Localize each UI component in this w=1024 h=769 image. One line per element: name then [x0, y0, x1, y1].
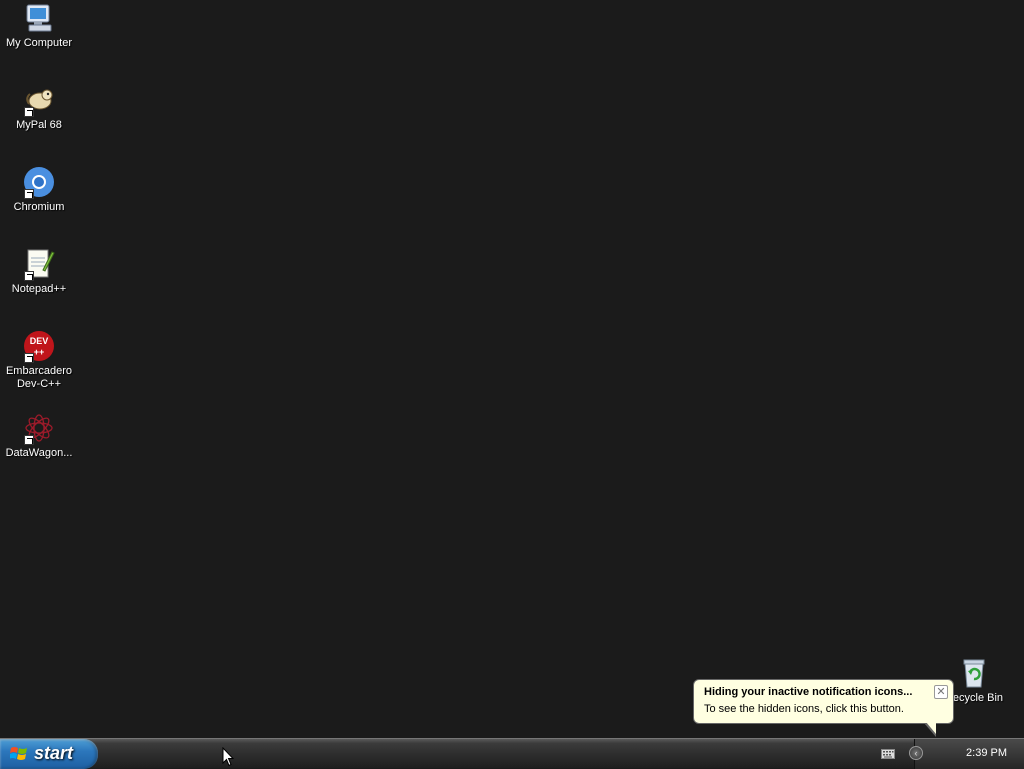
- devcpp-icon: DEV ++: [23, 330, 55, 363]
- start-button[interactable]: start: [0, 739, 98, 769]
- show-hidden-icons-button[interactable]: ‹: [909, 746, 923, 760]
- clock[interactable]: 2:39 PM: [966, 747, 1007, 759]
- desktop-icon-label: Notepad++: [11, 283, 67, 295]
- desktop-icon-label: Chromium: [13, 201, 65, 213]
- shortcut-arrow-icon: [24, 271, 34, 281]
- svg-text:++: ++: [34, 347, 45, 357]
- desktop-icon-label: MyPal 68: [16, 119, 62, 131]
- desktop-icon-devcpp[interactable]: DEV ++ Embarcadero Dev-C++: [0, 330, 78, 391]
- datawagon-icon: [23, 412, 55, 445]
- notepadpp-icon: [23, 248, 55, 281]
- balloon-close-button[interactable]: ✕: [934, 685, 948, 699]
- desktop-icon-chromium[interactable]: Chromium: [0, 166, 78, 214]
- desktop-icon-my-computer[interactable]: My Computer: [0, 2, 78, 50]
- start-label: start: [34, 743, 74, 763]
- desktop-icon-mypal[interactable]: MyPal 68: [0, 84, 78, 132]
- balloon-tail: [924, 722, 936, 737]
- shortcut-arrow-icon: [24, 107, 34, 117]
- svg-text:DEV: DEV: [30, 336, 49, 346]
- notification-balloon[interactable]: Hiding your inactive notification icons.…: [693, 679, 954, 737]
- my-computer-icon: [23, 2, 55, 34]
- chromium-icon: [23, 166, 55, 199]
- desktop-icon-datawagon[interactable]: DataWagon...: [0, 412, 78, 460]
- desktop-icon-label: My Computer: [5, 37, 73, 49]
- mouse-cursor-icon: [222, 747, 234, 767]
- keyboard-icon[interactable]: [881, 749, 895, 759]
- balloon-text: To see the hidden icons, click this butt…: [704, 703, 904, 715]
- desktop-icon-label: DataWagon...: [5, 447, 73, 459]
- system-tray: ‹ 2:39 PM: [881, 739, 1024, 769]
- taskbar: start ‹ 2:39 PM: [0, 738, 1024, 769]
- balloon-title: Hiding your inactive notification icons.…: [704, 686, 913, 698]
- recycle-bin-icon: [958, 657, 990, 689]
- mypal-icon: [23, 84, 55, 117]
- shortcut-arrow-icon: [24, 189, 34, 199]
- desktop-icon-label: Embarcadero Dev-C++: [5, 365, 73, 390]
- desktop-icon-notepadpp[interactable]: Notepad++: [0, 248, 78, 296]
- shortcut-arrow-icon: [24, 353, 34, 363]
- shortcut-arrow-icon: [24, 435, 34, 445]
- windows-logo-icon: [10, 747, 27, 760]
- desktop: My Computer MyPal 68 Chromium Notepad++ …: [0, 0, 1024, 738]
